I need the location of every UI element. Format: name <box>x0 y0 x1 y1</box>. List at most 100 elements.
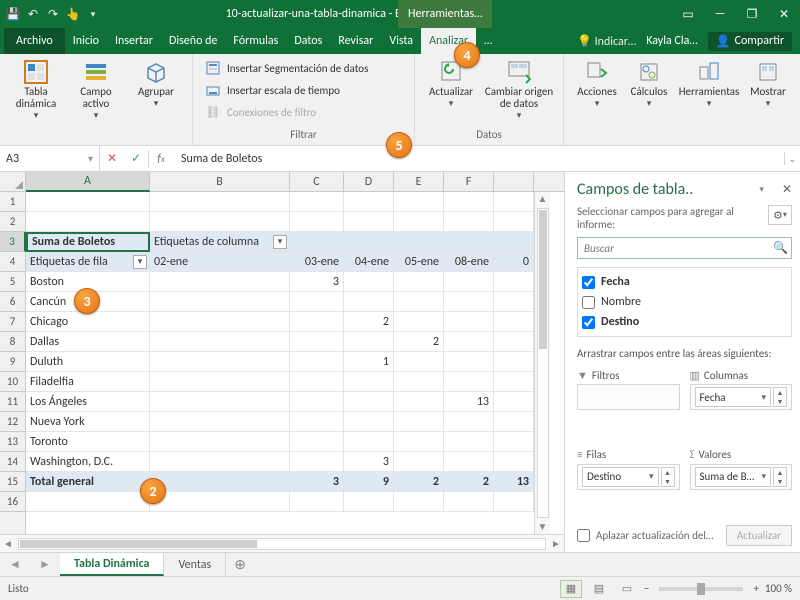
field-destino[interactable]: Destino <box>582 312 787 332</box>
tab-formulas[interactable]: Fórmulas <box>225 28 286 54</box>
cell-G10[interactable] <box>494 372 534 392</box>
cell-B2[interactable] <box>150 212 290 232</box>
col-header-C[interactable]: C <box>290 172 344 191</box>
cell-G16[interactable] <box>494 492 534 512</box>
cell-E7[interactable] <box>394 312 444 332</box>
chip-move-rows[interactable]: ▲▼ <box>661 467 675 487</box>
view-normal-icon[interactable]: ▦ <box>560 580 582 598</box>
view-page-break-icon[interactable]: ▭ <box>616 580 638 598</box>
name-box[interactable]: A3 ▾ <box>0 146 100 171</box>
cell-G12[interactable] <box>494 412 534 432</box>
cell-D9[interactable]: 1 <box>344 352 394 372</box>
row-header-10[interactable]: 10 <box>0 372 25 392</box>
col-header-G[interactable] <box>494 172 534 191</box>
cell-C5[interactable]: 3 <box>290 272 344 292</box>
undo-icon[interactable]: ↶ <box>26 7 40 21</box>
cell-A12[interactable]: Nueva York <box>26 412 150 432</box>
cell-D14[interactable]: 3 <box>344 452 394 472</box>
cell-B5[interactable] <box>150 272 290 292</box>
tab-data[interactable]: Datos <box>286 28 330 54</box>
pivot-filter-icon[interactable]: ▾ <box>273 235 287 249</box>
cell-C13[interactable] <box>290 432 344 452</box>
row-header-8[interactable]: 8 <box>0 332 25 352</box>
cells-grid[interactable]: Suma de BoletosEtiquetas de columna▾Etiq… <box>26 192 534 534</box>
name-box-dropdown-icon[interactable]: ▾ <box>88 152 93 165</box>
vertical-scrollbar[interactable]: ▲ ▼ <box>534 192 550 534</box>
insert-slicer-button[interactable]: Insertar Segmentación de datos <box>201 58 406 78</box>
cell-E12[interactable] <box>394 412 444 432</box>
zoom-in-icon[interactable]: + <box>753 582 758 595</box>
accept-formula-icon[interactable]: ✓ <box>124 151 148 166</box>
cell-E9[interactable] <box>394 352 444 372</box>
cell-C6[interactable] <box>290 292 344 312</box>
zoom-slider[interactable] <box>659 587 743 591</box>
row-header-14[interactable]: 14 <box>0 452 25 472</box>
cell-F7[interactable] <box>444 312 494 332</box>
cell-F8[interactable] <box>444 332 494 352</box>
cell-G1[interactable] <box>494 192 534 212</box>
cell-A16[interactable] <box>26 492 150 512</box>
cell-D1[interactable] <box>344 192 394 212</box>
sheet-tab-ventas[interactable]: Ventas <box>164 553 226 576</box>
cell-E11[interactable] <box>394 392 444 412</box>
cell-G4[interactable]: 0 <box>494 252 534 272</box>
cancel-formula-icon[interactable]: ✕ <box>100 151 124 166</box>
tab-insert[interactable]: Insertar <box>107 28 161 54</box>
tell-me[interactable]: 💡 Indicar… <box>577 34 636 49</box>
cell-B9[interactable] <box>150 352 290 372</box>
cell-C1[interactable] <box>290 192 344 212</box>
cell-G13[interactable] <box>494 432 534 452</box>
insert-timeline-button[interactable]: Insertar escala de tiempo <box>201 80 406 100</box>
defer-update-checkbox[interactable] <box>577 529 590 542</box>
cell-A14[interactable]: Washington, D.C. <box>26 452 150 472</box>
cell-D6[interactable] <box>344 292 394 312</box>
row-header-13[interactable]: 13 <box>0 432 25 452</box>
chip-columns[interactable]: Fecha▾ <box>695 387 772 407</box>
field-search[interactable]: 🔍 <box>577 237 792 259</box>
cell-E6[interactable] <box>394 292 444 312</box>
cell-F4[interactable]: 08-ene <box>444 252 494 272</box>
row-header-6[interactable]: 6 <box>0 292 25 312</box>
scroll-down-icon[interactable]: ▼ <box>535 520 550 534</box>
cell-D2[interactable] <box>344 212 394 232</box>
chip-rows[interactable]: Destino▾ <box>582 467 659 487</box>
user-name[interactable]: Kayla Cla… <box>646 34 697 48</box>
cell-F14[interactable] <box>444 452 494 472</box>
cell-B6[interactable] <box>150 292 290 312</box>
pivot-filter-icon[interactable]: ▾ <box>133 255 147 269</box>
scroll-left-icon[interactable]: ◄ <box>0 537 16 550</box>
close-button[interactable]: ✕ <box>768 0 800 28</box>
col-header-B[interactable]: B <box>150 172 290 191</box>
cell-A4[interactable]: Etiquetas de fila▾ <box>26 252 150 272</box>
cell-E4[interactable]: 05-ene <box>394 252 444 272</box>
cell-G5[interactable] <box>494 272 534 292</box>
cell-A7[interactable]: Chicago <box>26 312 150 332</box>
col-header-E[interactable]: E <box>394 172 444 191</box>
cell-G11[interactable] <box>494 392 534 412</box>
area-rows[interactable]: ≡Filas Destino▾▲▼ <box>577 446 680 518</box>
cell-C15[interactable]: 3 <box>290 472 344 492</box>
area-filters[interactable]: ▼Filtros <box>577 366 680 438</box>
cell-C3[interactable] <box>290 232 344 252</box>
group-button[interactable]: Agrupar <box>128 58 184 124</box>
field-fecha[interactable]: Fecha <box>582 272 787 292</box>
search-icon[interactable]: 🔍 <box>773 241 788 256</box>
taskpane-close-icon[interactable]: ✕ <box>782 182 792 197</box>
cell-B15[interactable] <box>150 472 290 492</box>
cell-B4[interactable]: 02-ene <box>150 252 290 272</box>
cell-F10[interactable] <box>444 372 494 392</box>
row-header-2[interactable]: 2 <box>0 212 25 232</box>
cell-D16[interactable] <box>344 492 394 512</box>
cell-A8[interactable]: Dallas <box>26 332 150 352</box>
change-data-source-button[interactable]: Cambiar origen de datos <box>483 58 555 124</box>
cell-F5[interactable] <box>444 272 494 292</box>
active-field-button[interactable]: Campo activo <box>68 58 124 124</box>
cell-C8[interactable] <box>290 332 344 352</box>
actions-button[interactable]: Acciones <box>572 58 622 124</box>
cell-E14[interactable] <box>394 452 444 472</box>
cell-A10[interactable]: Filadelfia <box>26 372 150 392</box>
cell-B10[interactable] <box>150 372 290 392</box>
cell-D13[interactable] <box>344 432 394 452</box>
cell-F15[interactable]: 2 <box>444 472 494 492</box>
cell-G9[interactable] <box>494 352 534 372</box>
